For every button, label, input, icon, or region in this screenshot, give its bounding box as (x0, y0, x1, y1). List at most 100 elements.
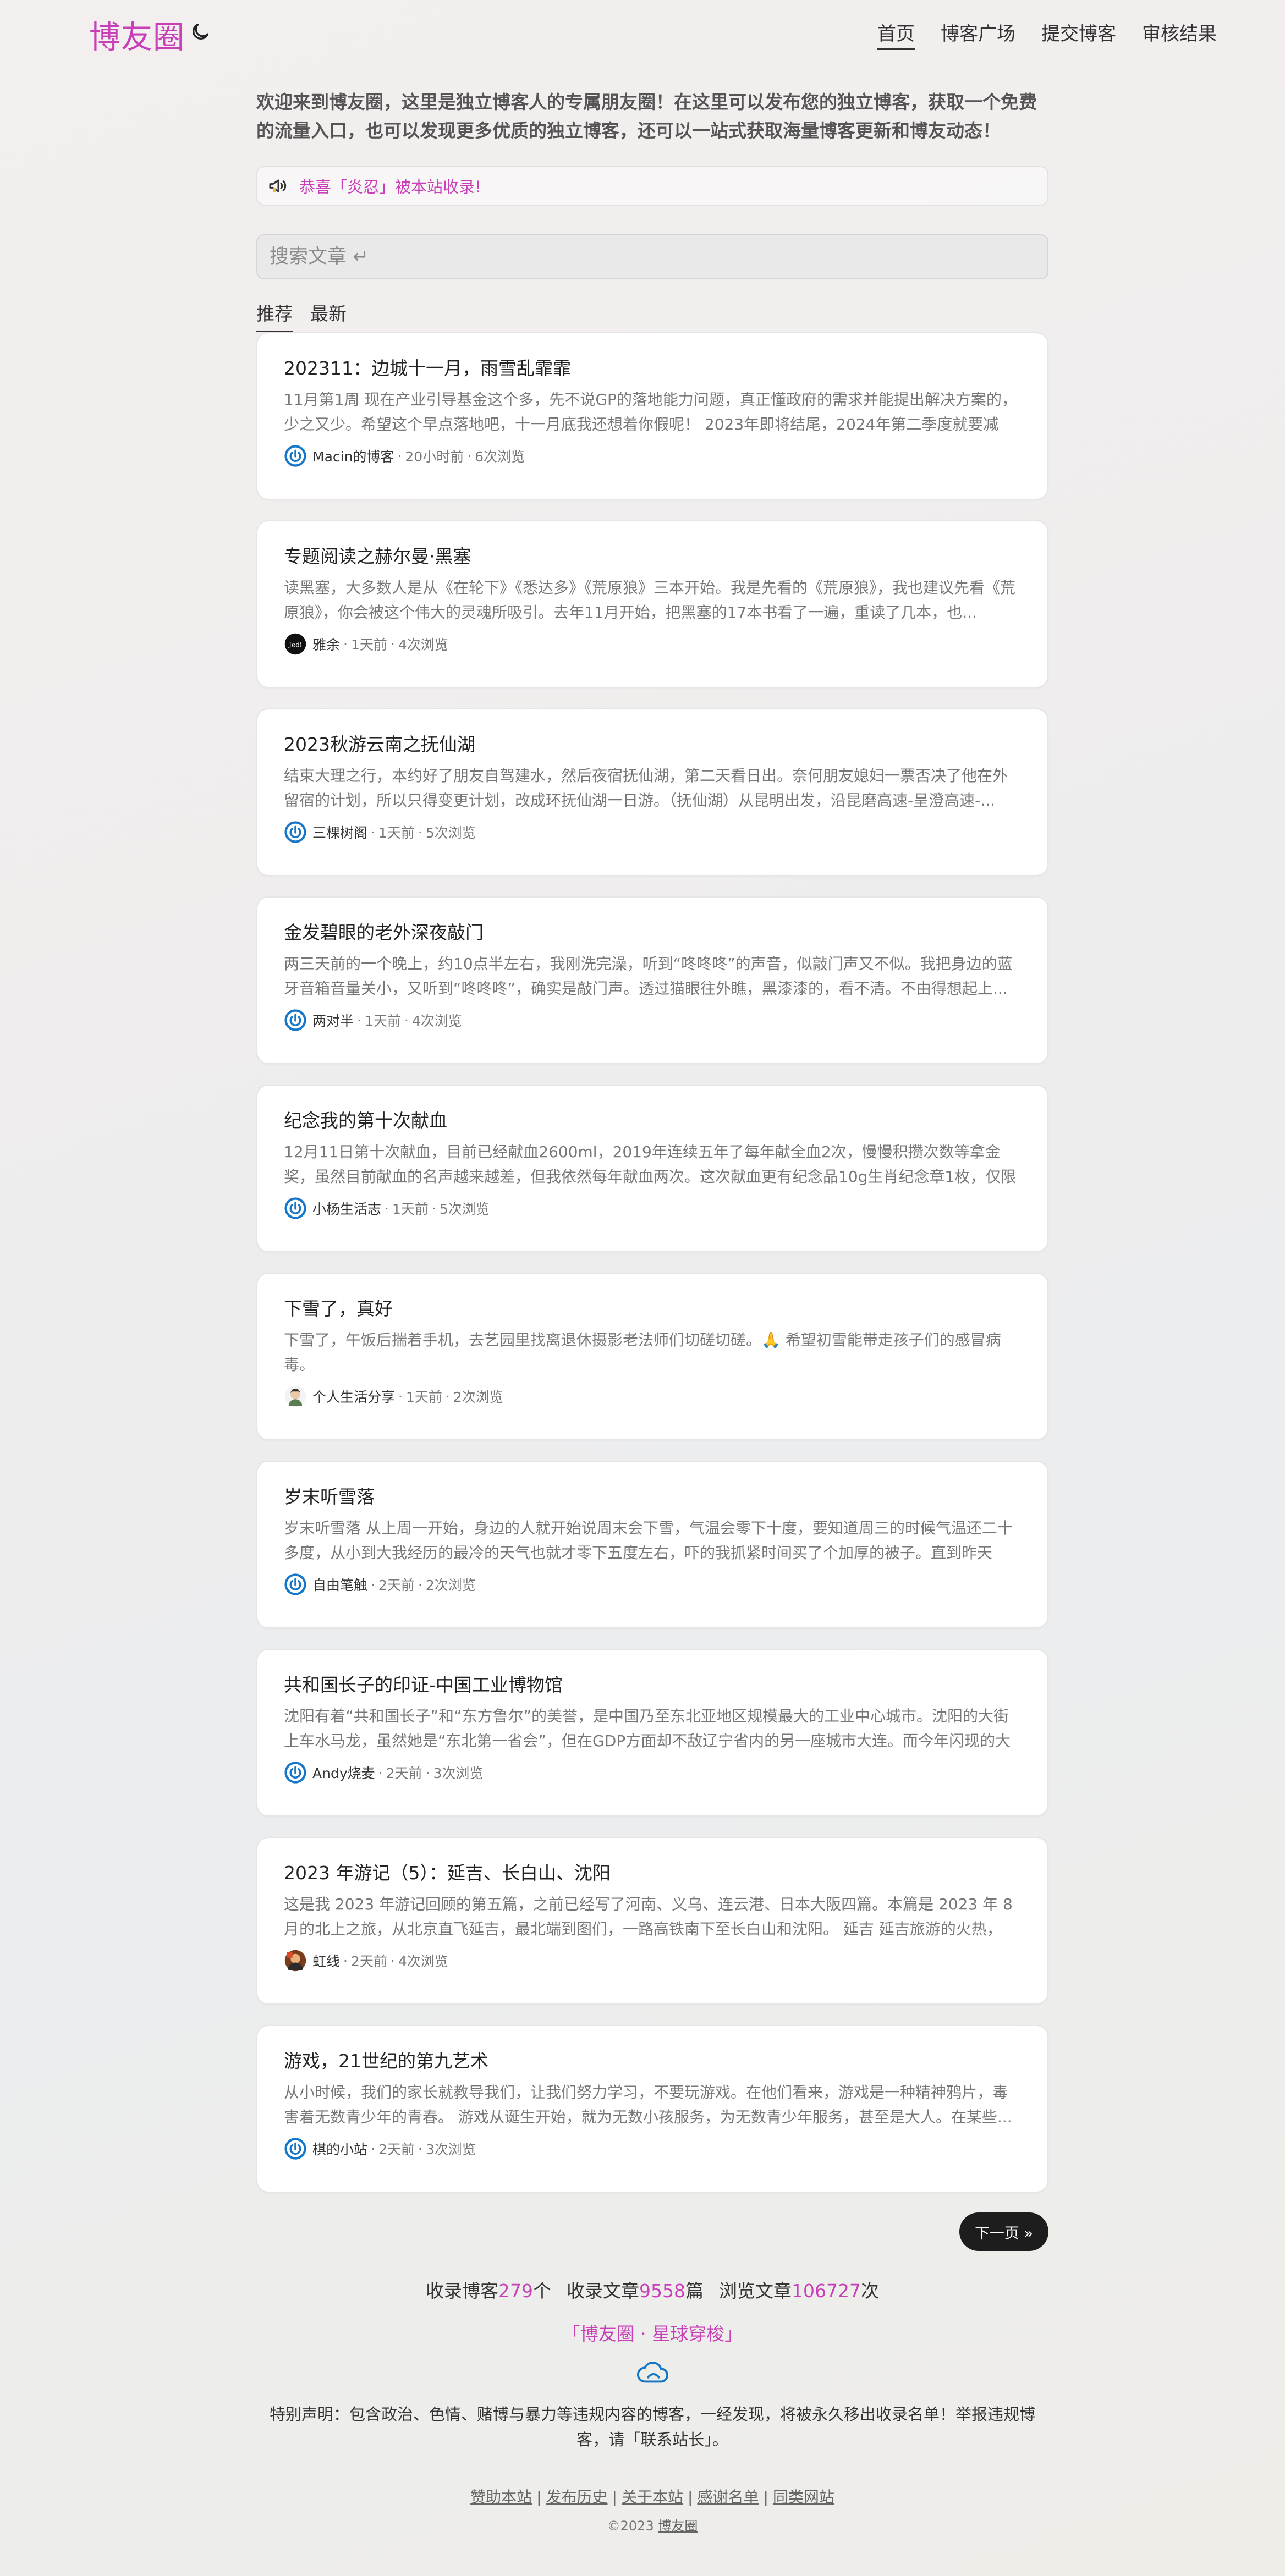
stat-views-unit: 次 (860, 2280, 879, 2302)
nav-review-results[interactable]: 审核结果 (1142, 19, 1217, 50)
post-card[interactable]: 专题阅读之赫尔曼·黑塞 读黑塞，大多数人是从《在轮下》《悉达多》《荒原狼》三本开… (256, 520, 1048, 688)
post-meta: 自由笔触 · 2天前 · 2次浏览 (284, 1573, 1021, 1596)
stat-blogs-count: 279 (498, 2280, 534, 2302)
cloud-icon[interactable] (635, 2358, 669, 2388)
post-list: 202311：边城十一月，雨雪乱霏霏 11月第1周 现在产业引导基金这个多，先不… (256, 332, 1048, 2193)
post-author[interactable]: 小杨生活志 (312, 1198, 381, 1218)
post-meta: Jedi 雅余 · 1天前 · 4次浏览 (284, 632, 1021, 656)
post-time: 1天前 (392, 1201, 429, 1217)
post-views: 3次浏览 (425, 2142, 476, 2157)
post-time: 1天前 (378, 825, 415, 841)
megaphone-icon (267, 175, 289, 197)
moon-icon[interactable] (189, 21, 211, 43)
main-nav: 首页 博客广场 提交博客 审核结果 (877, 19, 1217, 50)
post-time: 20小时前 (405, 449, 464, 465)
post-tabs: 推荐 最新 (256, 299, 1048, 332)
footer-link-history[interactable]: 发布历史 (546, 2488, 608, 2506)
post-title[interactable]: 游戏，21世纪的第九艺术 (284, 2049, 1021, 2073)
post-title[interactable]: 专题阅读之赫尔曼·黑塞 (284, 544, 1021, 569)
post-excerpt: 读黑塞，大多数人是从《在轮下》《悉达多》《荒原狼》三本开始。我是先看的《荒原狼》… (284, 579, 1016, 621)
post-views: 5次浏览 (439, 1201, 490, 1217)
post-meta: Macin的博客 · 20小时前 · 6次浏览 (284, 444, 1021, 467)
copyright-site-link[interactable]: 博友圈 (658, 2518, 698, 2534)
post-card[interactable]: 下雪了，真好 下雪了，午饭后揣着手机，去艺园里找离退休摄影老法师们切磋切磋。🙏 … (256, 1273, 1048, 1440)
post-meta: 两对半 · 1天前 · 4次浏览 (284, 1009, 1021, 1032)
post-card[interactable]: 2023 年游记（5）：延吉、长白山、沈阳 这是我 2023 年游记回顾的第五篇… (256, 1837, 1048, 2005)
footer-links: 赞助本站 | 发布历史 | 关于本站 | 感谢名单 | 同类网站 (470, 2488, 834, 2506)
post-card[interactable]: 金发碧眼的老外深夜敲门 两三天前的一个晚上，约10点半左右，我刚洗完澡，听到“咚… (256, 896, 1048, 1064)
post-card[interactable]: 岁末听雪落 岁末听雪落 从上周一开始，身边的人就开始说周末会下雪，气温会零下十度… (256, 1461, 1048, 1628)
post-title[interactable]: 202311：边城十一月，雨雪乱霏霏 (284, 356, 1021, 381)
author-avatar: Jedi (284, 632, 307, 656)
power-icon (284, 1009, 307, 1032)
footer-link-thanks[interactable]: 感谢名单 (697, 2488, 759, 2506)
post-title[interactable]: 岁末听雪落 (284, 1485, 1021, 1509)
post-title[interactable]: 金发碧眼的老外深夜敲门 (284, 921, 1021, 945)
post-author[interactable]: 个人生活分享 (312, 1386, 395, 1406)
post-time: 1天前 (364, 1013, 401, 1029)
site-stats: 收录博客279个 收录文章9558篇 浏览文章106727次 (256, 2276, 1048, 2303)
search-box (256, 234, 1048, 279)
post-time: 2天前 (350, 1953, 387, 1969)
cloud-icon-wrap (256, 2358, 1048, 2388)
footer-link-similar-sites[interactable]: 同类网站 (773, 2488, 834, 2506)
post-author[interactable]: 雅余 (312, 634, 340, 654)
tab-latest[interactable]: 最新 (310, 299, 347, 332)
post-card[interactable]: 2023秋游云南之抚仙湖 结束大理之行，本约好了朋友自驾建水，然后夜宿抚仙湖，第… (256, 708, 1048, 876)
announcement-text[interactable]: 恭喜「炎忍」被本站收录! (299, 174, 481, 197)
nav-home[interactable]: 首页 (877, 19, 915, 50)
post-excerpt: 下雪了，午饭后揣着手机，去艺园里找离退休摄影老法师们切磋切磋。🙏 希望初雪能带走… (284, 1331, 1001, 1374)
power-icon (284, 1573, 307, 1596)
footer-link-about[interactable]: 关于本站 (622, 2488, 683, 2506)
footer-link-sponsor[interactable]: 赞助本站 (470, 2488, 532, 2506)
post-card[interactable]: 纪念我的第十次献血 12月11日第十次献血，目前已经献血2600ml，2019年… (256, 1085, 1048, 1252)
post-title[interactable]: 共和国长子的印证-中国工业博物馆 (284, 1673, 1021, 1697)
post-author[interactable]: Andy烧麦 (312, 1763, 375, 1782)
post-excerpt: 12月11日第十次献血，目前已经献血2600ml，2019年连续五年了每年献全血… (284, 1143, 1017, 1186)
post-views: 2次浏览 (425, 1577, 476, 1593)
post-views: 4次浏览 (411, 1013, 462, 1029)
svg-text:Jedi: Jedi (288, 641, 302, 648)
stat-blogs-unit: 个 (533, 2280, 552, 2302)
nav-submit-blog[interactable]: 提交博客 (1041, 19, 1116, 50)
post-views: 6次浏览 (475, 449, 525, 465)
post-excerpt: 岁末听雪落 从上周一开始，身边的人就开始说周末会下雪，气温会零下十度，要知道周三… (284, 1519, 1013, 1562)
post-excerpt: 两三天前的一个晚上，约10点半左右，我刚洗完澡，听到“咚咚咚”的声音，似敲门声又… (284, 955, 1013, 998)
tab-recommended[interactable]: 推荐 (256, 299, 293, 332)
post-author[interactable]: 自由笔触 (312, 1575, 367, 1594)
post-author[interactable]: Macin的博客 (312, 446, 394, 466)
post-card[interactable]: 共和国长子的印证-中国工业博物馆 沈阳有着“共和国长子”和“东方鲁尔”的美誉，是… (256, 1649, 1048, 1817)
planet-shuttle-link[interactable]: 「博友圈 · 星球穿梭」 (256, 2319, 1048, 2346)
post-views: 3次浏览 (433, 1765, 484, 1781)
post-excerpt: 结束大理之行，本约好了朋友自驾建水，然后夜宿抚仙湖，第二天看日出。奈何朋友媳妇一… (284, 767, 1008, 810)
post-author[interactable]: 棋的小站 (312, 2139, 367, 2159)
author-avatar (284, 1385, 307, 1408)
nav-blog-square[interactable]: 博客广场 (941, 19, 1015, 50)
author-avatar (284, 1949, 307, 1972)
copyright-year: ©2023 (607, 2518, 654, 2534)
site-logo[interactable]: 博友圈 (89, 12, 185, 57)
post-views: 4次浏览 (398, 637, 448, 653)
post-title[interactable]: 2023秋游云南之抚仙湖 (284, 733, 1021, 757)
post-author[interactable]: 虹线 (312, 1951, 340, 1970)
post-time: 2天前 (378, 1577, 415, 1593)
post-views: 4次浏览 (398, 1953, 448, 1969)
post-views: 2次浏览 (453, 1389, 503, 1405)
stat-articles-unit: 篇 (685, 2280, 704, 2302)
special-notice: 特别声明：包含政治、色情、赌博与暴力等违规内容的博客，一经发现，将被永久移出收录… (269, 2405, 1035, 2449)
stat-articles-count: 9558 (639, 2280, 685, 2302)
header: 博友圈 首页 博客广场 提交博客 审核结果 (0, 0, 1285, 62)
search-input[interactable] (270, 246, 1035, 268)
post-author[interactable]: 两对半 (312, 1010, 354, 1030)
post-card[interactable]: 202311：边城十一月，雨雪乱霏霏 11月第1周 现在产业引导基金这个多，先不… (256, 332, 1048, 500)
post-card[interactable]: 游戏，21世纪的第九艺术 从小时候，我们的家长就教导我们，让我们努力学习，不要玩… (256, 2025, 1048, 2193)
post-author[interactable]: 三棵树阁 (312, 822, 367, 842)
post-meta: 棋的小站 · 2天前 · 3次浏览 (284, 2137, 1021, 2160)
stat-views-count: 106727 (792, 2280, 861, 2302)
next-page-button[interactable]: 下一页 » (959, 2212, 1048, 2251)
stat-views-label: 浏览文章 (719, 2280, 792, 2302)
post-title[interactable]: 下雪了，真好 (284, 1297, 1021, 1321)
post-title[interactable]: 纪念我的第十次献血 (284, 1109, 1021, 1133)
post-title[interactable]: 2023 年游记（5）：延吉、长白山、沈阳 (284, 1861, 1021, 1885)
post-meta: 个人生活分享 · 1天前 · 2次浏览 (284, 1385, 1021, 1408)
